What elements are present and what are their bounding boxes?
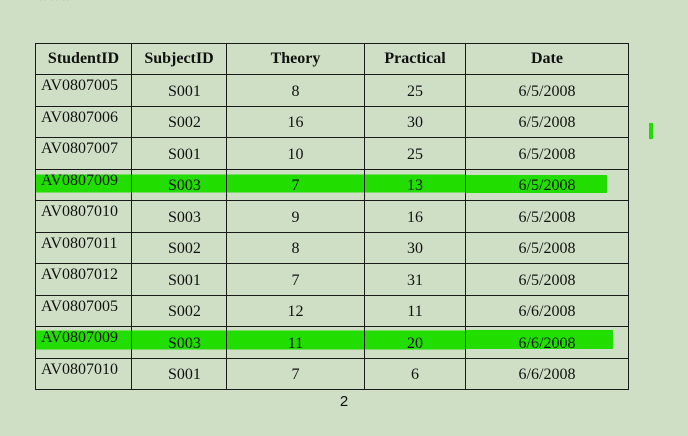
cell-subject-id: S001 — [131, 137, 227, 170]
cell-date: 6/5/2008 — [465, 231, 629, 264]
cell-date: 6/6/2008 — [465, 357, 629, 390]
cell-practical: 30 — [364, 231, 466, 264]
cell-student-id: AV0807007 — [35, 137, 132, 170]
cell-theory: 11 — [226, 326, 365, 359]
cell-theory: 12 — [226, 294, 365, 327]
green-margin-marker — [649, 123, 653, 139]
cell-date: 6/5/2008 — [465, 263, 629, 296]
cell-subject-id: S003 — [131, 200, 227, 233]
cell-date: 6/6/2008 — [465, 294, 629, 327]
header-date: Date — [465, 43, 629, 75]
cell-date: 6/6/2008 — [465, 326, 629, 359]
header-theory: Theory — [226, 43, 365, 75]
table-row: AV0807005 S002 12 11 6/6/2008 — [35, 294, 629, 327]
table-row: AV0807011 S002 8 30 6/5/2008 — [35, 231, 629, 264]
cell-theory: 7 — [226, 263, 365, 296]
cell-theory: 7 — [226, 168, 365, 201]
cell-subject-id: S002 — [131, 294, 227, 327]
table-row: AV0807012 S001 7 31 6/5/2008 — [35, 263, 629, 296]
cell-subject-id: S001 — [131, 263, 227, 296]
cell-practical: 20 — [364, 326, 466, 359]
cell-student-id: AV0807011 — [35, 231, 132, 264]
table-row-highlighted: AV0807009 S003 11 20 6/6/2008 — [35, 326, 629, 359]
cell-student-id: AV0807005 — [35, 294, 132, 327]
cell-student-id: AV0807012 — [35, 263, 132, 296]
cell-practical: 31 — [364, 263, 466, 296]
cell-student-id: AV0807009 — [35, 168, 132, 201]
cell-subject-id: S001 — [131, 74, 227, 107]
header-student-id: StudentID — [35, 43, 132, 75]
cell-theory: 16 — [226, 105, 365, 138]
cell-subject-id: S003 — [131, 168, 227, 201]
cell-practical: 6 — [364, 357, 466, 390]
cell-student-id: AV0807010 — [35, 357, 132, 390]
cell-student-id: AV0807010 — [35, 200, 132, 233]
cell-practical: 30 — [364, 105, 466, 138]
cell-practical: 11 — [364, 294, 466, 327]
cell-date: 6/5/2008 — [465, 105, 629, 138]
table-row: AV0807010 S001 7 6 6/6/2008 — [35, 357, 629, 390]
cell-date: 6/5/2008 — [465, 200, 629, 233]
cell-student-id: AV0807006 — [35, 105, 132, 138]
cell-student-id: AV0807009 — [35, 326, 132, 359]
cell-date: 6/5/2008 — [465, 74, 629, 107]
header-practical: Practical — [364, 43, 466, 75]
cell-date: 6/5/2008 — [465, 168, 629, 201]
cell-date: 6/5/2008 — [465, 137, 629, 170]
header-subject-id: SubjectID — [131, 43, 227, 75]
cell-subject-id: S002 — [131, 231, 227, 264]
cell-subject-id: S002 — [131, 105, 227, 138]
table-row: AV0807006 S002 16 30 6/5/2008 — [35, 105, 629, 138]
cell-theory: 8 — [226, 231, 365, 264]
table-body: AV0807005 S001 8 25 6/5/2008 AV0807006 S002 16 3… — [35, 74, 629, 390]
cell-theory: 7 — [226, 357, 365, 390]
top-edge-fragment: ·· ·· ·· — [40, 0, 71, 3]
cell-theory: 8 — [226, 74, 365, 107]
table-row: AV0807010 S003 9 16 6/5/2008 — [35, 200, 629, 233]
cell-subject-id: S001 — [131, 357, 227, 390]
cell-practical: 25 — [364, 137, 466, 170]
table-row: AV0807007 S001 10 25 6/5/2008 — [35, 137, 629, 170]
cell-theory: 9 — [226, 200, 365, 233]
page-number: 2 — [339, 393, 349, 410]
cell-subject-id: S003 — [131, 326, 227, 359]
cell-student-id: AV0807005 — [35, 74, 132, 107]
student-scores-table: StudentID SubjectID Theory Practical Dat… — [35, 43, 629, 390]
cell-practical: 16 — [364, 200, 466, 233]
cell-practical: 25 — [364, 74, 466, 107]
cell-theory: 10 — [226, 137, 365, 170]
cell-practical: 13 — [364, 168, 466, 201]
table-row: AV0807005 S001 8 25 6/5/2008 — [35, 74, 629, 107]
table-row-highlighted: AV0807009 S003 7 13 6/5/2008 — [35, 168, 629, 201]
table-header-row: StudentID SubjectID Theory Practical Dat… — [35, 43, 629, 75]
